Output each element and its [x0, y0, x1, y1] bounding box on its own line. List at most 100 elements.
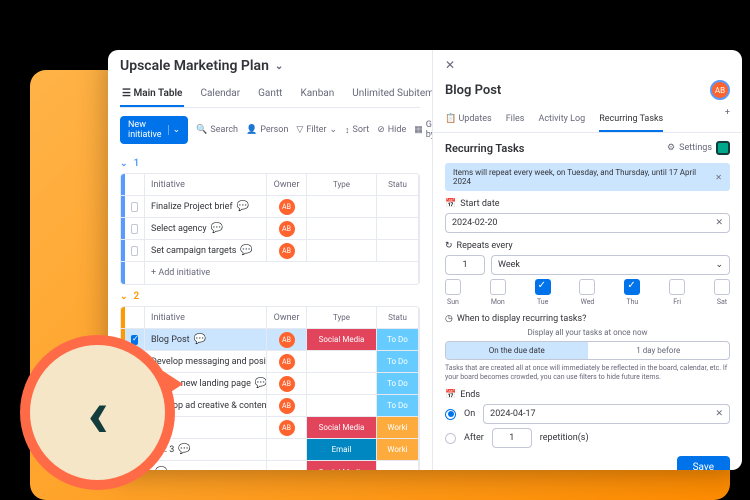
avatar[interactable]: AB — [279, 354, 295, 370]
status-cell[interactable]: Worki — [377, 417, 419, 438]
recurrence-summary: Items will repeat every week, on Tuesday… — [445, 163, 730, 191]
type-cell[interactable] — [307, 196, 377, 217]
new-initiative-button[interactable]: New initiative⌄ — [120, 116, 188, 144]
tab-activity-log[interactable]: Activity Log — [538, 108, 585, 132]
board-title[interactable]: Upscale Marketing Plan ⌄ — [120, 58, 420, 74]
ends-after-count-input[interactable]: 1 — [492, 428, 532, 448]
avatar[interactable]: AB — [710, 80, 730, 100]
status-cell[interactable]: To Do — [377, 329, 419, 350]
col-initiative[interactable]: Initiative — [145, 174, 267, 195]
col-status[interactable]: Statu — [377, 174, 419, 195]
type-cell[interactable]: Email — [307, 439, 377, 460]
seg-one-day-before[interactable]: 1 day before — [588, 342, 730, 359]
tab-unlimited-subitems[interactable]: Unlimited Subitems — [350, 82, 432, 107]
status-cell[interactable] — [377, 240, 419, 261]
person-filter[interactable]: 👤 Person — [246, 125, 288, 135]
settings-button[interactable]: ⚙ Settings — [667, 141, 730, 155]
type-cell[interactable] — [307, 351, 377, 372]
close-icon[interactable]: ✕ — [445, 58, 455, 72]
col-initiative[interactable]: Initiative — [145, 307, 267, 328]
chat-icon[interactable]: 💬 — [211, 223, 223, 234]
start-date-input[interactable]: 2024-02-20✕ — [445, 213, 730, 233]
seg-on-due-date[interactable]: On the due date — [446, 342, 588, 359]
ends-on-radio[interactable] — [445, 409, 456, 420]
status-cell[interactable]: To Do — [377, 395, 419, 416]
row-checkbox[interactable] — [131, 246, 138, 256]
avatar[interactable]: AB — [279, 398, 295, 414]
col-type[interactable]: Type — [307, 307, 377, 328]
status-cell[interactable] — [377, 218, 419, 239]
save-button[interactable]: Save — [677, 456, 730, 470]
type-cell[interactable]: Social Media — [307, 461, 377, 470]
clear-icon[interactable]: ✕ — [715, 218, 723, 228]
avatar[interactable]: AB — [279, 199, 295, 215]
table-row[interactable]: Set campaign targets💬 AB — [121, 240, 419, 262]
day-sat[interactable]: Sat — [714, 279, 730, 306]
filter-button[interactable]: ▽ Filter ⌄ — [296, 125, 337, 135]
add-tab-icon[interactable]: + — [725, 108, 730, 132]
day-sun[interactable]: Sun — [445, 279, 461, 306]
tab-recurring-tasks[interactable]: Recurring Tasks — [599, 108, 663, 132]
day-thu[interactable]: Thu — [624, 279, 640, 306]
chat-icon[interactable]: 💬 — [237, 201, 249, 212]
ends-after-radio[interactable] — [445, 433, 456, 444]
avatar[interactable]: AB — [279, 376, 295, 392]
day-mon[interactable]: Mon — [490, 279, 506, 306]
chevron-down-icon[interactable]: ⌄ — [168, 125, 181, 135]
chat-icon[interactable]: 💬 — [240, 245, 252, 256]
item-name[interactable]: Select agency💬 — [145, 218, 267, 239]
tab-updates[interactable]: 📋 Updates — [445, 108, 492, 132]
ends-date-input[interactable]: 2024-04-17✕ — [483, 404, 730, 424]
item-name[interactable]: Finalize Project brief💬 — [145, 196, 267, 217]
type-cell[interactable] — [307, 240, 377, 261]
status-cell[interactable] — [377, 196, 419, 217]
group-header[interactable]: ⌄ 1 — [120, 158, 420, 169]
clear-icon[interactable]: ✕ — [715, 409, 723, 419]
col-type[interactable]: Type — [307, 174, 377, 195]
type-cell[interactable] — [307, 373, 377, 394]
status-cell[interactable] — [377, 461, 419, 470]
chat-icon[interactable]: 💬 — [194, 334, 206, 345]
search-button[interactable]: 🔍 Search — [196, 125, 238, 135]
group-header[interactable]: ⌄ 2 — [120, 291, 420, 302]
row-checkbox[interactable] — [131, 224, 138, 234]
col-owner[interactable]: Owner — [267, 307, 307, 328]
tab-files[interactable]: Files — [506, 108, 525, 132]
day-tue[interactable]: Tue — [535, 279, 551, 306]
type-cell[interactable]: Social Media — [307, 329, 377, 350]
status-cell[interactable]: Worki — [377, 439, 419, 460]
chat-icon[interactable]: 💬 — [178, 444, 190, 455]
col-owner[interactable]: Owner — [267, 174, 307, 195]
repeat-count-input[interactable]: 1 — [445, 255, 485, 275]
group-by-button[interactable]: ▦ Group by — [414, 120, 432, 140]
chevron-down-icon[interactable]: ⌄ — [275, 61, 283, 72]
type-cell[interactable] — [307, 218, 377, 239]
chevron-down-icon[interactable]: ⌄ — [120, 292, 128, 302]
repeat-unit-select[interactable]: Week⌄ — [491, 255, 730, 275]
day-fri[interactable]: Fri — [669, 279, 685, 306]
chat-icon[interactable]: 💬 — [255, 378, 267, 389]
tab-main-table[interactable]: ☰ Main Table — [120, 82, 184, 107]
col-status[interactable]: Statu — [377, 307, 419, 328]
add-initiative-button[interactable]: + Add initiative — [121, 262, 419, 284]
avatar[interactable]: AB — [279, 332, 295, 348]
row-checkbox[interactable] — [131, 202, 138, 212]
type-cell[interactable]: Social Media — [307, 417, 377, 438]
sort-button[interactable]: ↕ Sort — [345, 125, 369, 136]
item-name[interactable]: Set campaign targets💬 — [145, 240, 267, 261]
status-cell[interactable]: To Do — [377, 351, 419, 372]
avatar[interactable]: AB — [279, 420, 295, 436]
tab-calendar[interactable]: Calendar — [198, 82, 242, 107]
avatar[interactable]: AB — [279, 243, 295, 259]
status-cell[interactable]: To Do — [377, 373, 419, 394]
day-wed[interactable]: Wed — [579, 279, 595, 306]
type-cell[interactable] — [307, 395, 377, 416]
close-icon[interactable]: ✕ — [715, 173, 722, 182]
tab-gantt[interactable]: Gantt — [256, 82, 284, 107]
tab-kanban[interactable]: Kanban — [298, 82, 336, 107]
chevron-down-icon[interactable]: ⌄ — [120, 159, 128, 169]
table-row[interactable]: Finalize Project brief💬 AB — [121, 196, 419, 218]
hide-button[interactable]: ⊘ Hide — [377, 125, 406, 135]
table-row[interactable]: Select agency💬 AB — [121, 218, 419, 240]
avatar[interactable]: AB — [279, 221, 295, 237]
